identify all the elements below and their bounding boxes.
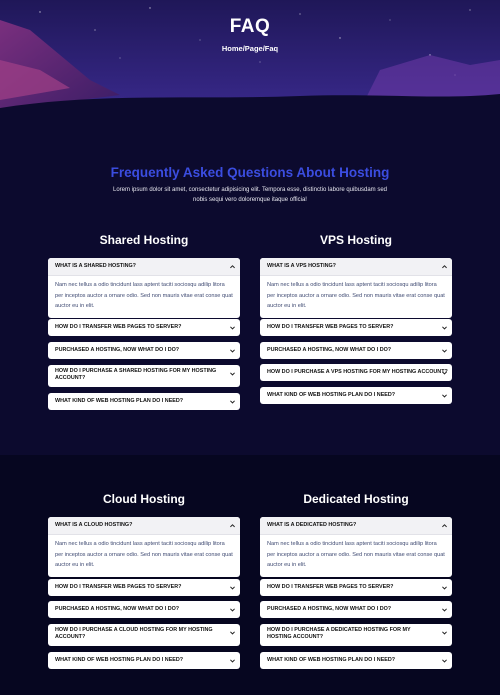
chevron-down-icon <box>230 349 235 353</box>
accordion-question[interactable]: WHAT IS A DEDICATED HOSTING? <box>260 517 452 534</box>
question-label: HOW DO I TRANSFER WEB PAGES TO SERVER? <box>267 584 394 590</box>
question-label: HOW DO I PURCHASE A VPS HOSTING FOR MY H… <box>267 369 448 375</box>
accordion-item[interactable]: WHAT KIND OF WEB HOSTING PLAN DO I NEED? <box>260 652 452 669</box>
accordion-item[interactable]: HOW DO I TRANSFER WEB PAGES TO SERVER? <box>260 319 452 336</box>
chevron-up-icon <box>442 524 447 528</box>
shared-hosting-title: Shared Hosting <box>99 233 189 247</box>
chevron-down-icon <box>230 326 235 330</box>
question-label: HOW DO I TRANSFER WEB PAGES TO SERVER? <box>55 324 182 330</box>
accordion-answer: Nam nec tellus a odio tincidunt lass apt… <box>260 275 452 318</box>
dedicated-hosting-title: Dedicated Hosting <box>303 492 409 506</box>
accordion-question[interactable]: WHAT IS A CLOUD HOSTING? <box>48 517 240 534</box>
question-label: WHAT IS A VPS HOSTING? <box>267 263 336 269</box>
question-label: HOW DO I TRANSFER WEB PAGES TO SERVER? <box>267 324 394 330</box>
accordion-item[interactable]: PURCHASED A HOSTING, NOW WHAT DO I DO? <box>48 601 240 618</box>
accordion-item[interactable]: HOW DO I TRANSFER WEB PAGES TO SERVER? <box>48 319 240 336</box>
question-label: HOW DO I PURCHASE A CLOUD HOSTING FOR MY… <box>55 627 213 640</box>
cloud-hosting-title: Cloud Hosting <box>103 492 185 506</box>
chevron-down-icon <box>230 586 235 590</box>
accordion-item[interactable]: PURCHASED A HOSTING, NOW WHAT DO I DO? <box>260 342 452 359</box>
chevron-down-icon <box>442 659 447 663</box>
accordion-question[interactable]: HOW DO I TRANSFER WEB PAGES TO SERVER? <box>260 319 452 336</box>
accordion-question[interactable]: HOW DO I PURCHASE A SHARED HOSTING FOR M… <box>48 365 240 387</box>
accordion-item-open[interactable]: WHAT IS A DEDICATED HOSTING? Nam nec tel… <box>260 517 452 577</box>
accordion-item[interactable]: HOW DO I PURCHASE A CLOUD HOSTING FOR MY… <box>48 624 240 646</box>
accordion-item-open[interactable]: WHAT IS A CLOUD HOSTING? Nam nec tellus … <box>48 517 240 577</box>
question-label: WHAT KIND OF WEB HOSTING PLAN DO I NEED? <box>55 657 184 663</box>
accordion-item[interactable]: HOW DO I PURCHASE A SHARED HOSTING FOR M… <box>48 365 240 387</box>
accordion-item[interactable]: WHAT KIND OF WEB HOSTING PLAN DO I NEED? <box>260 387 452 404</box>
accordion-item[interactable]: HOW DO I TRANSFER WEB PAGES TO SERVER? <box>260 579 452 596</box>
chevron-down-icon <box>442 394 447 398</box>
accordion-question[interactable]: WHAT IS A SHARED HOSTING? <box>48 258 240 275</box>
accordion-item[interactable]: HOW DO I PURCHASE A DEDICATED HOSTING FO… <box>260 624 452 646</box>
accordion-question[interactable]: HOW DO I PURCHASE A VPS HOSTING FOR MY H… <box>260 364 452 381</box>
chevron-down-icon <box>230 400 235 404</box>
accordion-question[interactable]: WHAT KIND OF WEB HOSTING PLAN DO I NEED? <box>48 393 240 410</box>
accordion-item[interactable]: PURCHASED A HOSTING, NOW WHAT DO I DO? <box>260 601 452 618</box>
chevron-down-icon <box>230 659 235 663</box>
question-label: HOW DO I PURCHASE A SHARED HOSTING FOR M… <box>55 368 217 381</box>
question-label: WHAT IS A DEDICATED HOSTING? <box>267 522 357 528</box>
question-label: WHAT KIND OF WEB HOSTING PLAN DO I NEED? <box>55 398 184 404</box>
section-intro: Lorem ipsum dolor sit amet, consectetur … <box>112 187 388 203</box>
accordion-question[interactable]: HOW DO I TRANSFER WEB PAGES TO SERVER? <box>48 319 240 336</box>
breadcrumb[interactable]: Home/Page/Faq <box>0 44 500 53</box>
chevron-up-icon <box>230 524 235 528</box>
question-label: WHAT IS A SHARED HOSTING? <box>55 263 136 269</box>
section-heading: Frequently Asked Questions About Hosting <box>110 165 390 180</box>
accordion-item-open[interactable]: WHAT IS A VPS HOSTING? Nam nec tellus a … <box>260 258 452 318</box>
question-label: PURCHASED A HOSTING, NOW WHAT DO I DO? <box>267 347 392 353</box>
question-label: HOW DO I PURCHASE A DEDICATED HOSTING FO… <box>267 627 411 640</box>
accordion-question[interactable]: WHAT KIND OF WEB HOSTING PLAN DO I NEED? <box>260 387 452 404</box>
page-title: FAQ <box>229 16 271 37</box>
accordion-question[interactable]: PURCHASED A HOSTING, NOW WHAT DO I DO? <box>48 601 240 618</box>
chevron-down-icon <box>442 631 447 635</box>
question-label: PURCHASED A HOSTING, NOW WHAT DO I DO? <box>55 606 180 612</box>
accordion-question[interactable]: HOW DO I TRANSFER WEB PAGES TO SERVER? <box>260 579 452 596</box>
question-label: WHAT IS A CLOUD HOSTING? <box>55 522 133 528</box>
accordion-item[interactable]: HOW DO I PURCHASE A VPS HOSTING FOR MY H… <box>260 364 452 381</box>
accordion-question[interactable]: WHAT IS A VPS HOSTING? <box>260 258 452 275</box>
hero-banner: FAQ Home/Page/Faq <box>0 0 500 130</box>
accordion-question[interactable]: PURCHASED A HOSTING, NOW WHAT DO I DO? <box>260 601 452 618</box>
question-label: WHAT KIND OF WEB HOSTING PLAN DO I NEED? <box>267 657 396 663</box>
accordion-item[interactable]: WHAT KIND OF WEB HOSTING PLAN DO I NEED? <box>48 652 240 669</box>
accordion-item[interactable]: HOW DO I TRANSFER WEB PAGES TO SERVER? <box>48 579 240 596</box>
chevron-down-icon <box>442 586 447 590</box>
accordion-question[interactable]: PURCHASED A HOSTING, NOW WHAT DO I DO? <box>48 342 240 359</box>
accordion-question[interactable]: WHAT KIND OF WEB HOSTING PLAN DO I NEED? <box>260 652 452 669</box>
chevron-down-icon <box>442 349 447 353</box>
question-label: PURCHASED A HOSTING, NOW WHAT DO I DO? <box>267 606 392 612</box>
accordion-item[interactable]: PURCHASED A HOSTING, NOW WHAT DO I DO? <box>48 342 240 359</box>
accordion-question[interactable]: HOW DO I PURCHASE A CLOUD HOSTING FOR MY… <box>48 624 240 646</box>
accordion-question[interactable]: HOW DO I TRANSFER WEB PAGES TO SERVER? <box>48 579 240 596</box>
chevron-down-icon <box>442 608 447 612</box>
question-label: PURCHASED A HOSTING, NOW WHAT DO I DO? <box>55 347 180 353</box>
chevron-down-icon <box>442 371 447 375</box>
accordion-answer: Nam nec tellus a odio tincidunt lass apt… <box>48 275 240 318</box>
vps-hosting-title: VPS Hosting <box>319 233 392 247</box>
chevron-down-icon <box>230 608 235 612</box>
accordion-item-open[interactable]: WHAT IS A SHARED HOSTING? Nam nec tellus… <box>48 258 240 318</box>
question-label: WHAT KIND OF WEB HOSTING PLAN DO I NEED? <box>267 392 396 398</box>
chevron-up-icon <box>230 265 235 269</box>
accordion-question[interactable]: PURCHASED A HOSTING, NOW WHAT DO I DO? <box>260 342 452 359</box>
accordion-question[interactable]: HOW DO I PURCHASE A DEDICATED HOSTING FO… <box>260 624 452 646</box>
chevron-up-icon <box>442 265 447 269</box>
accordion-question[interactable]: WHAT KIND OF WEB HOSTING PLAN DO I NEED? <box>48 652 240 669</box>
chevron-down-icon <box>442 326 447 330</box>
accordion-answer: Nam nec tellus a odio tincidunt lass apt… <box>48 534 240 577</box>
question-label: HOW DO I TRANSFER WEB PAGES TO SERVER? <box>55 584 182 590</box>
accordion-item[interactable]: WHAT KIND OF WEB HOSTING PLAN DO I NEED? <box>48 393 240 410</box>
chevron-down-icon <box>230 631 235 635</box>
chevron-down-icon <box>230 372 235 376</box>
accordion-answer: Nam nec tellus a odio tincidunt lass apt… <box>260 534 452 577</box>
